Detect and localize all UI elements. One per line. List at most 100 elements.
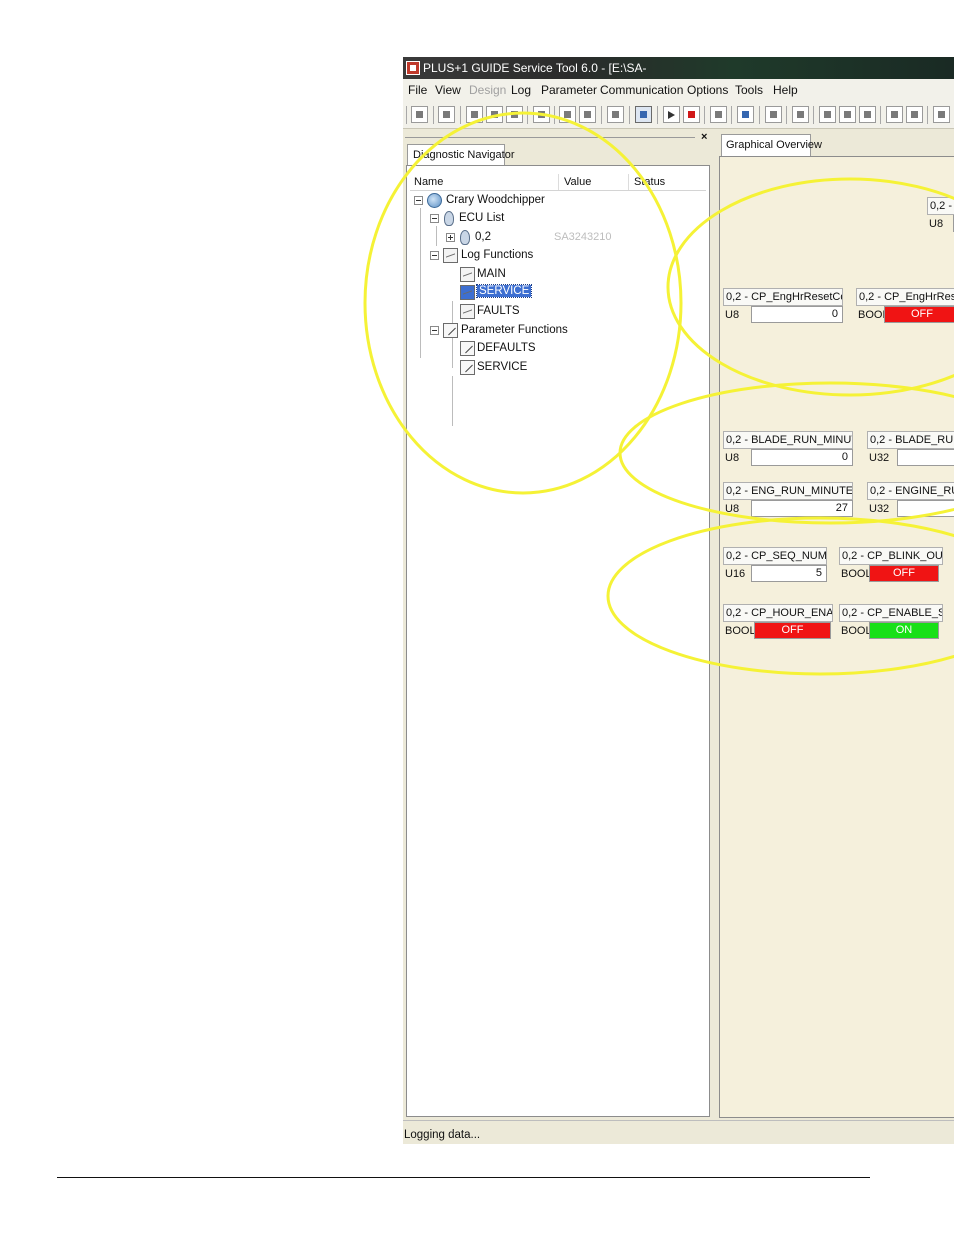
clear-icon[interactable]	[710, 106, 727, 123]
gauge-value	[897, 449, 954, 466]
column-value[interactable]: Value	[564, 176, 591, 188]
gauge-title: 0,2 - CP_HOUR_ENABLE	[723, 604, 833, 622]
ecu-icon	[460, 230, 470, 245]
gauge-value	[897, 500, 954, 517]
ecu-connect-icon[interactable]	[559, 106, 576, 123]
tree-node-ecu[interactable]: 0,2 SA3243210	[446, 229, 706, 247]
tree-label: SERVICE	[477, 361, 528, 373]
tree-node-ecu-list[interactable]: ECU List	[430, 210, 700, 228]
page-icon[interactable]	[886, 106, 903, 123]
import-icon[interactable]	[839, 106, 856, 123]
column-name[interactable]: Name	[414, 176, 443, 188]
gauge-widget[interactable]: 0,2 - BLADE_RUN_H U32	[867, 431, 954, 467]
stop-icon[interactable]	[683, 106, 700, 123]
gauge-widget[interactable]: 0,2 - C U8	[927, 197, 954, 233]
gauge-title: 0,2 - BLADE_RUN_MINUTES	[723, 431, 853, 449]
gauge-type: U32	[869, 452, 890, 464]
menu-file[interactable]: File	[408, 83, 427, 97]
layout-icon[interactable]	[635, 106, 652, 123]
export-icon[interactable]	[819, 106, 836, 123]
gauge-type: U8	[725, 309, 740, 321]
collapse-icon[interactable]	[430, 251, 439, 260]
upload-icon[interactable]	[765, 106, 782, 123]
gauge-widget[interactable]: 0,2 - CP_HOUR_ENABLE BOOL OFF	[723, 604, 833, 640]
ecu-icon	[444, 211, 454, 226]
status-text: Logging data...	[404, 1129, 481, 1141]
menu-communication[interactable]: Communication	[600, 83, 683, 97]
tree-node-root[interactable]: Crary Woodchipper	[414, 192, 704, 210]
menu-view[interactable]: View	[435, 83, 461, 97]
parameter-icon	[443, 323, 458, 338]
edit-icon[interactable]	[533, 106, 550, 123]
globe-icon	[427, 193, 442, 208]
gauge-title: 0,2 - CP_EngHrResetCount	[723, 288, 843, 306]
menu-options[interactable]: Options	[687, 83, 728, 97]
tree-column-header: Name Value Status	[410, 174, 706, 191]
gauge-type: BOOL	[841, 625, 872, 637]
gauge-widget[interactable]: 0,2 - BLADE_RUN_MINUTES U8 0	[723, 431, 853, 467]
gauge-title: 0,2 - CP_ENABLE_SEQ	[839, 604, 943, 622]
tree-node-log-service[interactable]: SERVICE	[460, 284, 700, 302]
settings-page-icon[interactable]	[933, 106, 950, 123]
gauge-widget[interactable]: 0,2 - CP_ENABLE_SEQ BOOL ON	[839, 604, 943, 640]
open-folder-icon[interactable]	[486, 106, 503, 123]
tree-label: DEFAULTS	[477, 342, 536, 354]
tree-label: ECU List	[459, 212, 505, 224]
gauge-widget[interactable]: 0,2 - ENGINE_RUN_ U32	[867, 482, 954, 518]
tree-label: Log Functions	[461, 249, 534, 261]
ecu-value: SA3243210	[554, 231, 612, 243]
tree-node-parameter-functions[interactable]: Parameter Functions	[430, 322, 700, 340]
gauge-widget[interactable]: 0,2 - CP_EngHrResetCount U8 0	[723, 288, 843, 324]
gauge-widget[interactable]: 0,2 - CP_SEQ_NUMBER U16 5	[723, 547, 827, 583]
tree-node-log-faults[interactable]: FAULTS	[460, 303, 700, 321]
gauge-widget[interactable]: 0,2 - CP_EngHrReset_3 BOOL OFF	[856, 288, 954, 324]
log-icon	[443, 248, 458, 263]
tree-node-param-service[interactable]: SERVICE	[460, 359, 700, 377]
menu-log[interactable]: Log	[511, 83, 531, 97]
tree-label-selected: SERVICE	[475, 284, 533, 298]
tab-diagnostic-navigator[interactable]: Diagnostic Navigator	[407, 144, 515, 166]
gauge-type: U16	[725, 568, 746, 580]
tree-node-param-defaults[interactable]: DEFAULTS	[460, 340, 700, 358]
save-log-icon[interactable]	[737, 106, 754, 123]
ecu-disconnect-icon[interactable]	[579, 106, 596, 123]
tree-label: 0,2	[475, 231, 491, 243]
download-icon[interactable]	[792, 106, 809, 123]
toolbar	[403, 101, 954, 129]
gauge-widget[interactable]: 0,2 - CP_BLINK_OUT BOOL OFF	[839, 547, 943, 583]
gauge-type: U8	[725, 503, 740, 515]
hand-icon[interactable]	[438, 106, 455, 123]
gauge-value: 27	[751, 500, 853, 517]
status-bar: Logging data...	[403, 1120, 954, 1144]
app-logo-icon	[406, 61, 420, 75]
menu-parameter[interactable]: Parameter	[541, 83, 597, 97]
open-icon[interactable]	[411, 106, 428, 123]
page-alt-icon[interactable]	[906, 106, 923, 123]
lock-icon[interactable]	[859, 106, 876, 123]
menu-tools[interactable]: Tools	[735, 83, 763, 97]
service-tool-window: PLUS+1 GUIDE Service Tool 6.0 - [E:\SA- …	[403, 57, 954, 1144]
column-status[interactable]: Status	[634, 176, 665, 188]
menu-help[interactable]: Help	[773, 83, 798, 97]
tree-node-log-functions[interactable]: Log Functions	[430, 247, 700, 265]
tree-label: FAULTS	[477, 305, 520, 317]
save-icon[interactable]	[506, 106, 523, 123]
gauge-type: BOOL	[841, 568, 872, 580]
gauge-widget[interactable]: 0,2 - ENG_RUN_MINUTES U8 27	[723, 482, 853, 518]
close-icon[interactable]: ×	[701, 131, 707, 143]
collapse-icon[interactable]	[414, 196, 423, 205]
title-bar[interactable]: PLUS+1 GUIDE Service Tool 6.0 - [E:\SA-	[403, 57, 954, 79]
gauge-value-bool: ON	[869, 622, 939, 639]
gauge-type: BOOL	[725, 625, 756, 637]
tab-label: Diagnostic Navigator	[413, 149, 515, 161]
gauge-type: U8	[725, 452, 740, 464]
play-icon[interactable]	[663, 106, 680, 123]
tree-node-log-main[interactable]: MAIN	[460, 266, 700, 284]
new-file-icon[interactable]	[466, 106, 483, 123]
expand-icon[interactable]	[446, 233, 455, 242]
gauge-type: U32	[869, 503, 890, 515]
tab-graphical-overview[interactable]: Graphical Overview	[721, 134, 822, 156]
collapse-icon[interactable]	[430, 326, 439, 335]
collapse-icon[interactable]	[430, 214, 439, 223]
ecu-search-icon[interactable]	[607, 106, 624, 123]
